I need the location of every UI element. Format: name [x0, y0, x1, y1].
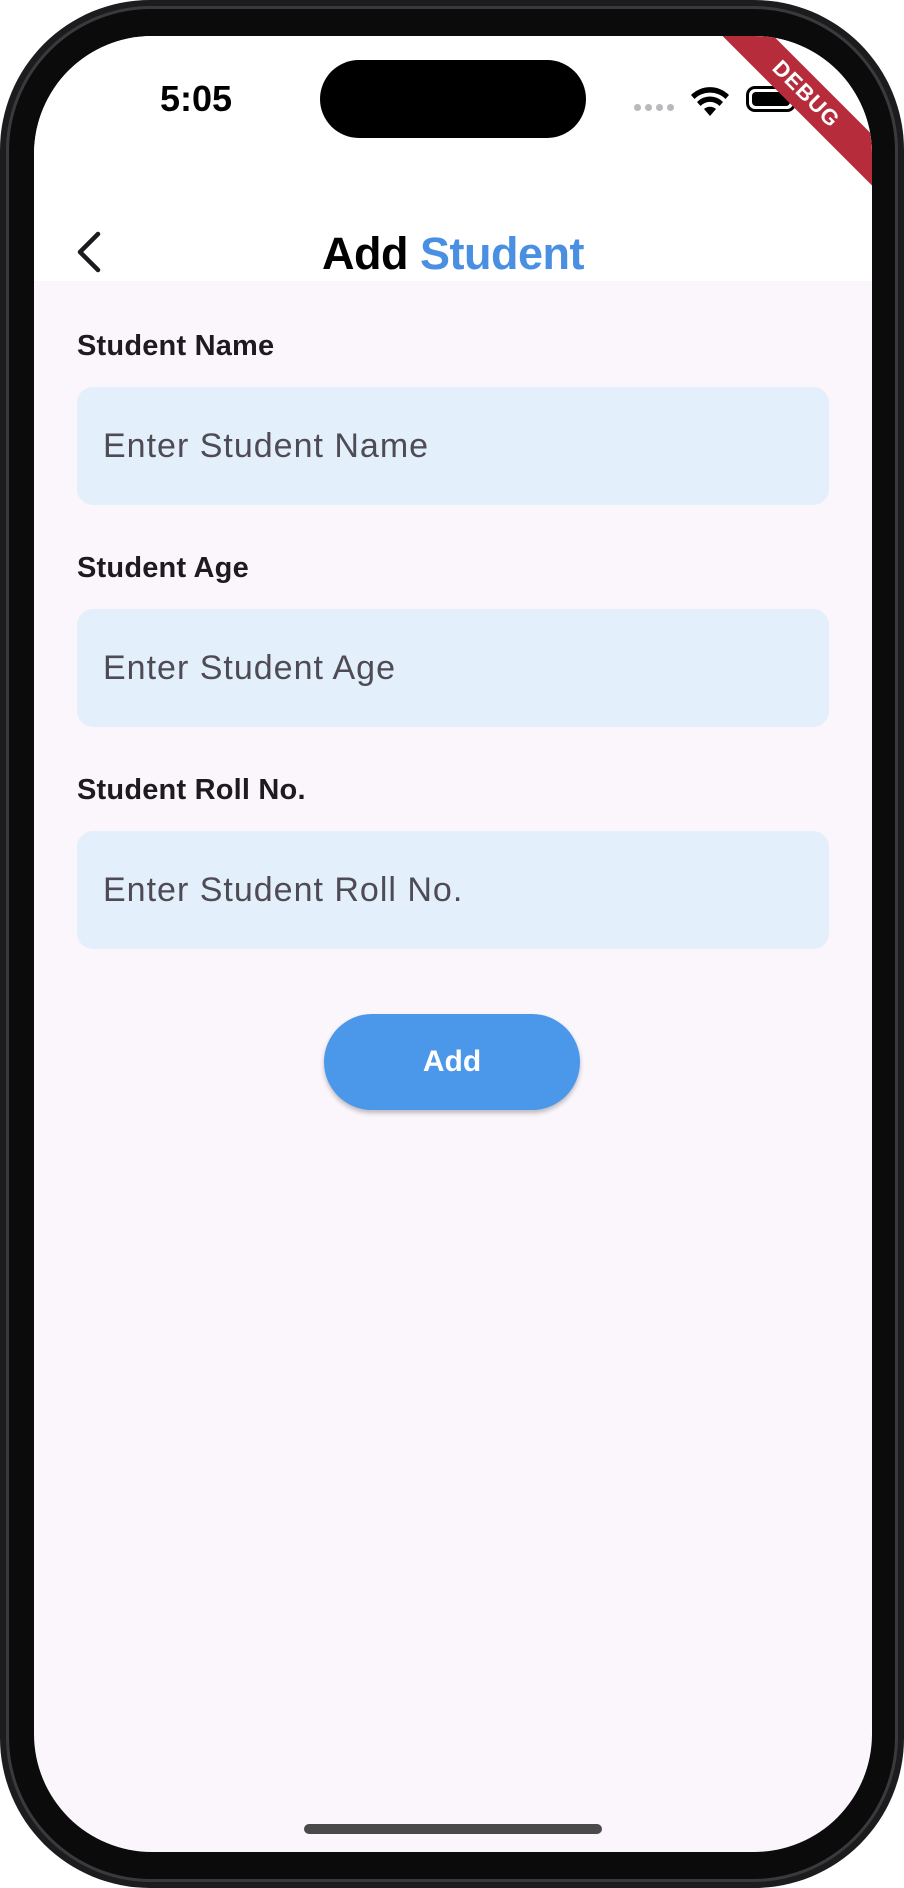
device-frame: 5:05 DEBUG Add Student Student Name Stud: [0, 0, 904, 1888]
page-title-add: Add: [322, 228, 408, 279]
student-roll-input[interactable]: [77, 831, 829, 949]
student-age-input[interactable]: [77, 609, 829, 727]
student-age-label: Student Age: [77, 552, 249, 584]
cellular-signal-icon: [634, 104, 674, 111]
dynamic-island: [320, 60, 586, 138]
wifi-icon: [691, 87, 729, 116]
student-roll-label: Student Roll No.: [77, 774, 306, 806]
home-indicator[interactable]: [304, 1824, 602, 1834]
student-name-input[interactable]: [77, 387, 829, 505]
page-title: Add Student: [34, 228, 872, 280]
status-time: 5:05: [159, 78, 233, 119]
add-button[interactable]: Add: [324, 1014, 580, 1110]
page-title-student: Student: [420, 228, 584, 279]
add-student-form: Student Name Student Age Student Roll No…: [77, 326, 829, 992]
student-name-label: Student Name: [77, 330, 275, 362]
screen: 5:05 DEBUG Add Student Student Name Stud: [34, 36, 872, 1852]
